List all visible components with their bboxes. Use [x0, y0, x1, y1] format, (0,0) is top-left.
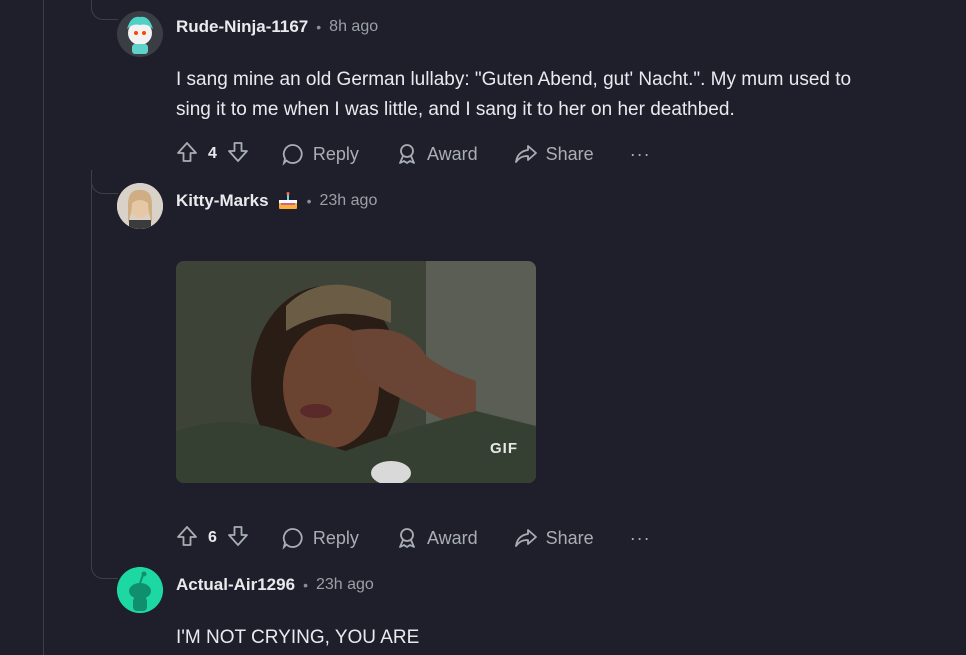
comment-body: I'M NOT CRYING, YOU ARE	[176, 623, 419, 653]
comment-body: I sang mine an old German lullaby: "Gute…	[176, 65, 851, 125]
comment-bubble-icon	[282, 528, 303, 550]
thread-line	[91, 170, 92, 570]
gif-image[interactable]: GIF	[176, 261, 536, 483]
vote-group: 4	[176, 141, 249, 168]
separator: •	[316, 19, 322, 35]
share-icon	[514, 145, 537, 163]
username[interactable]: Actual-Air1296	[176, 575, 295, 595]
comment-line: I'M NOT CRYING, YOU ARE	[176, 627, 420, 648]
timestamp[interactable]: 8h ago	[329, 18, 378, 36]
separator: •	[306, 193, 312, 209]
thread-branch	[91, 560, 118, 579]
timestamp[interactable]: 23h ago	[316, 576, 374, 594]
more-options-button[interactable]: ···	[630, 144, 651, 165]
gif-label: GIF	[490, 440, 518, 457]
comment-meta: Rude-Ninja-1167 • 8h ago	[176, 17, 378, 37]
thread-branch	[91, 0, 118, 20]
separator: •	[303, 577, 308, 593]
avatar[interactable]	[117, 11, 163, 57]
comment-actions: 6 Reply Award Share ···	[176, 523, 651, 553]
upvote-icon[interactable]	[176, 525, 198, 552]
award-icon	[399, 528, 415, 548]
comment-bubble-icon	[282, 144, 303, 166]
comment-line: I sang mine an old German lullaby: "Gute…	[176, 69, 852, 90]
username[interactable]: Kitty-Marks	[176, 191, 269, 211]
share-button[interactable]: Share	[514, 526, 594, 550]
downvote-icon[interactable]	[227, 141, 249, 168]
vote-count: 6	[208, 529, 217, 546]
vote-group: 6	[176, 525, 249, 552]
award-label: Award	[426, 527, 478, 548]
downvote-icon[interactable]	[227, 525, 249, 552]
thread-branch	[91, 175, 118, 194]
reply-label: Reply	[312, 527, 359, 548]
upvote-icon[interactable]	[176, 141, 198, 168]
share-icon	[514, 529, 537, 547]
comment-meta: Kitty-Marks • 23h ago	[176, 191, 377, 211]
award-button[interactable]: Award	[395, 526, 478, 550]
thread-line	[43, 0, 44, 655]
share-label: Share	[545, 527, 594, 548]
share-label: Share	[545, 143, 594, 164]
timestamp[interactable]: 23h ago	[320, 192, 378, 210]
reply-button[interactable]: Reply	[281, 526, 359, 550]
award-label: Award	[426, 143, 478, 164]
comment-actions: 4 Reply Award Share ···	[176, 139, 651, 169]
cake-icon	[277, 192, 299, 210]
award-button[interactable]: Award	[395, 142, 478, 166]
username[interactable]: Rude-Ninja-1167	[176, 17, 308, 37]
more-options-button[interactable]: ···	[630, 528, 651, 549]
award-icon	[399, 144, 415, 164]
comment-line: sing it to me when I was little, and I s…	[176, 99, 735, 120]
comment-meta: Actual-Air1296 • 23h ago	[176, 575, 374, 595]
vote-count: 4	[208, 145, 217, 162]
share-button[interactable]: Share	[514, 142, 594, 166]
reply-label: Reply	[312, 143, 359, 164]
avatar[interactable]	[117, 567, 163, 613]
reply-button[interactable]: Reply	[281, 142, 359, 166]
avatar[interactable]	[117, 183, 163, 229]
